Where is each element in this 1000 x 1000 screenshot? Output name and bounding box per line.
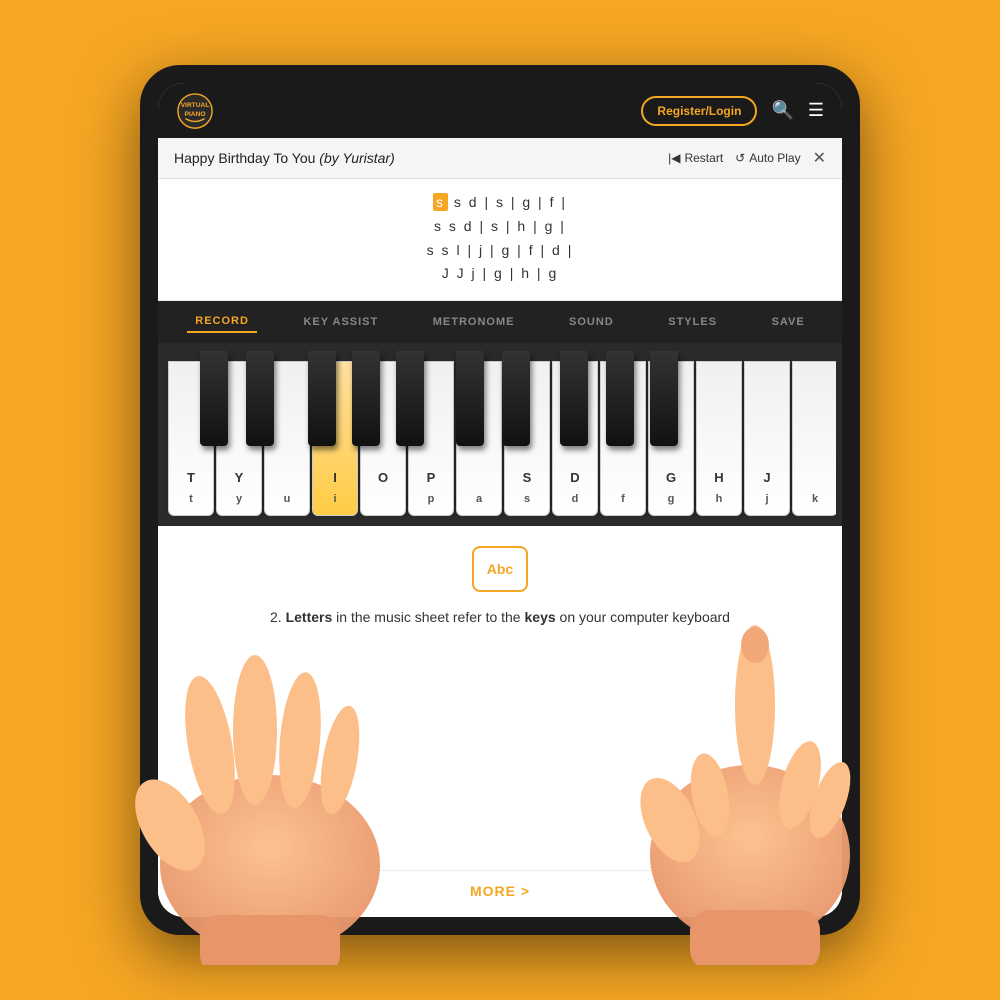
white-key-u[interactable]: u [264,361,310,516]
svg-text:PIANO: PIANO [184,110,205,117]
white-key-S[interactable]: S s [504,361,550,516]
sheet-line-4: J J j | g | h | g [178,262,822,286]
register-login-button[interactable]: Register/Login [641,96,757,126]
header-right: Register/Login 🔍 ☰ [641,96,824,126]
white-key-a[interactable]: a [456,361,502,516]
more-link[interactable]: MORE > [158,870,842,899]
sheet-music: s s d | s | g | f | s s d | s | h | g | … [158,179,842,301]
white-key-H[interactable]: H h [696,361,742,516]
white-key-Y[interactable]: Y y [216,361,262,516]
white-key-D[interactable]: D d [552,361,598,516]
song-controls: |◀ Restart ↺ Auto Play ✕ [668,148,826,168]
sheet-line-1: s s d | s | g | f | [178,191,822,215]
tablet-frame: VIRTUAL PIANO Register/Login 🔍 ☰ Happy B… [140,65,860,935]
song-bar: Happy Birthday To You (by Yuristar) |◀ R… [158,138,842,179]
tablet-screen: VIRTUAL PIANO Register/Login 🔍 ☰ Happy B… [158,83,842,917]
toolbar-metronome[interactable]: METRONOME [425,312,523,332]
toolbar-key-assist[interactable]: KEY ASSIST [295,312,386,332]
highlighted-note: s [433,193,448,211]
abc-icon-text: Abc [487,561,513,577]
autoplay-button[interactable]: ↺ Auto Play [735,151,800,165]
search-icon[interactable]: 🔍 [771,100,793,121]
logo: VIRTUAL PIANO [176,92,214,130]
info-description: 2. Letters in the music sheet refer to t… [270,606,730,628]
white-key-T[interactable]: T t [168,361,214,516]
white-key-P[interactable]: P p [408,361,454,516]
white-key-I[interactable]: I i [312,361,358,516]
white-key-J[interactable]: J j [744,361,790,516]
menu-icon[interactable]: ☰ [808,100,824,121]
white-key-O[interactable]: O [360,361,406,516]
header: VIRTUAL PIANO Register/Login 🔍 ☰ [158,83,842,138]
close-button[interactable]: ✕ [813,148,826,168]
restart-icon: |◀ [668,151,680,165]
logo-icon: VIRTUAL PIANO [176,92,214,130]
song-title: Happy Birthday To You (by Yuristar) [174,150,395,166]
toolbar-record[interactable]: RECORD [187,311,257,333]
white-key-G[interactable]: G g [648,361,694,516]
restart-button[interactable]: |◀ Restart [668,151,723,165]
abc-icon-box: Abc [472,546,528,592]
toolbar: RECORD KEY ASSIST METRONOME SOUND STYLES… [158,301,842,343]
white-key-k[interactable]: k [792,361,836,516]
sheet-line-3: s s l | j | g | f | d | [178,239,822,263]
toolbar-save[interactable]: SAVE [764,312,813,332]
toolbar-sound[interactable]: SOUND [561,312,622,332]
info-section: Abc 2. Letters in the music sheet refer … [158,526,842,917]
toolbar-styles[interactable]: STYLES [660,312,725,332]
white-key-f[interactable]: f [600,361,646,516]
svg-text:VIRTUAL: VIRTUAL [181,102,210,109]
autoplay-icon: ↺ [735,151,745,165]
sheet-line-2: s s d | s | h | g | [178,215,822,239]
piano-container: T t Y y u I i O [158,343,842,526]
